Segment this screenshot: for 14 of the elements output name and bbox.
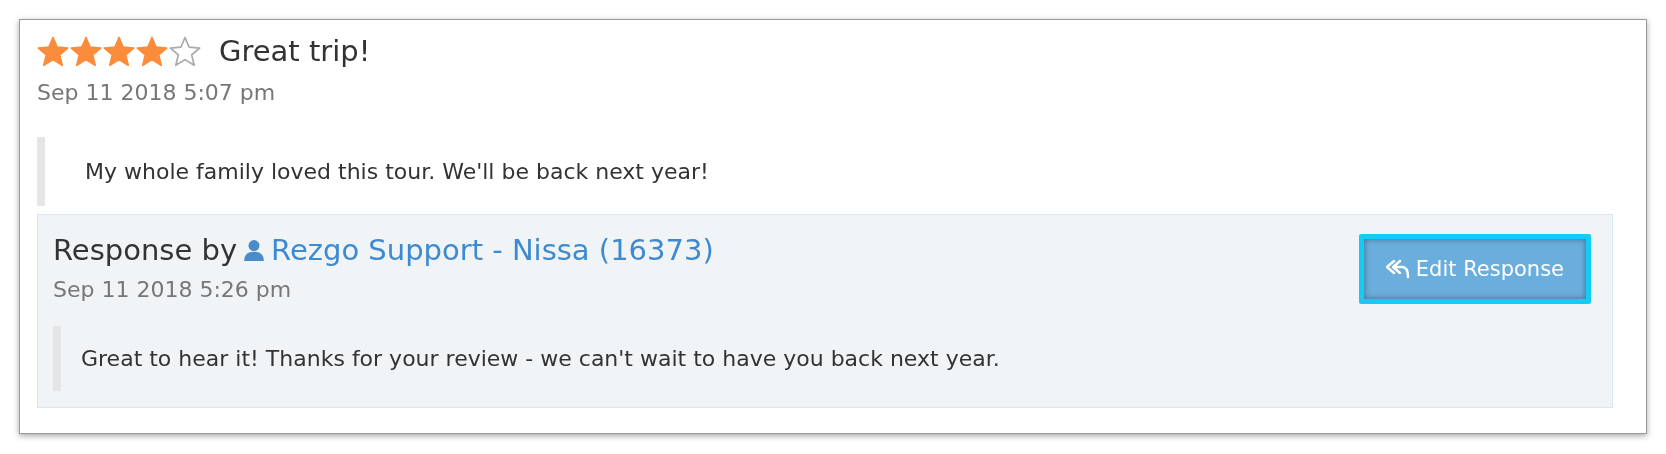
filled-star-icon bbox=[70, 35, 102, 67]
response-label: Response by bbox=[53, 233, 238, 267]
filled-star-icon bbox=[136, 35, 168, 67]
filled-star-icon bbox=[37, 35, 69, 67]
reply-all-icon bbox=[1385, 259, 1410, 279]
review-date: Sep 11 2018 5:07 pm bbox=[37, 80, 277, 105]
review-title: Great trip! bbox=[219, 34, 371, 68]
response-text: Great to hear it! Thanks for your review - we can't wait to have you back next year. bbox=[53, 326, 1597, 391]
response-date: Sep 11 2018 5:26 pm bbox=[53, 277, 293, 302]
filled-star-icon bbox=[103, 35, 135, 67]
user-icon bbox=[243, 239, 266, 261]
author-link[interactable]: Rezgo Support - Nissa (16373) bbox=[271, 233, 714, 267]
edit-response-button[interactable]: Edit Response bbox=[1358, 234, 1591, 304]
review-text: My whole family loved this tour. We'll be back next year! bbox=[37, 137, 1613, 206]
